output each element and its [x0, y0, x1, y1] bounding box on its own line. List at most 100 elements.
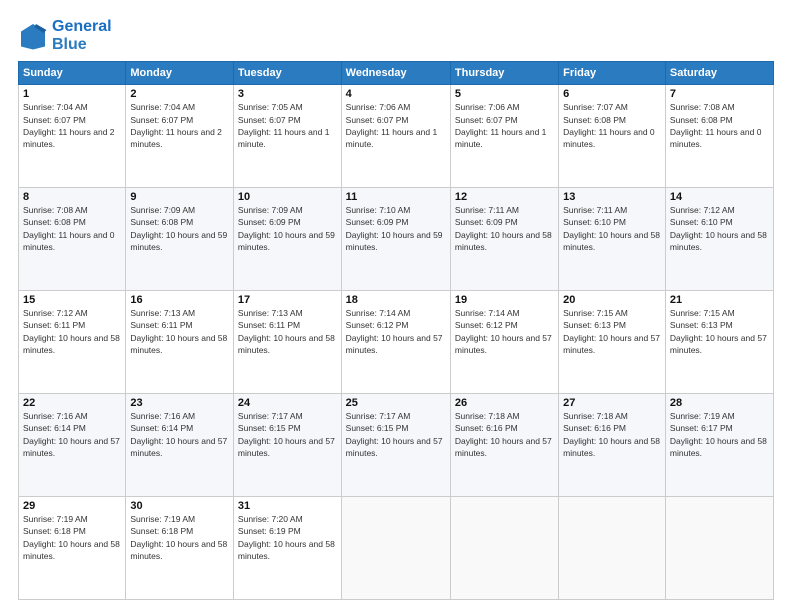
- day-number: 9: [130, 191, 229, 203]
- day-info: Sunrise: 7:11 AM Sunset: 6:09 PM Dayligh…: [455, 204, 554, 253]
- calendar-cell: [665, 497, 773, 600]
- logo-text: General Blue: [52, 18, 112, 53]
- day-info: Sunrise: 7:08 AM Sunset: 6:08 PM Dayligh…: [670, 101, 769, 150]
- day-info: Sunrise: 7:14 AM Sunset: 6:12 PM Dayligh…: [346, 307, 446, 356]
- calendar-cell: 16 Sunrise: 7:13 AM Sunset: 6:11 PM Dayl…: [126, 291, 234, 394]
- day-info: Sunrise: 7:19 AM Sunset: 6:17 PM Dayligh…: [670, 410, 769, 459]
- day-number: 8: [23, 191, 121, 203]
- day-info: Sunrise: 7:19 AM Sunset: 6:18 PM Dayligh…: [130, 513, 229, 562]
- day-info: Sunrise: 7:20 AM Sunset: 6:19 PM Dayligh…: [238, 513, 337, 562]
- calendar-table: Sunday Monday Tuesday Wednesday Thursday…: [18, 61, 774, 600]
- calendar-cell: 6 Sunrise: 7:07 AM Sunset: 6:08 PM Dayli…: [559, 85, 666, 188]
- day-info: Sunrise: 7:16 AM Sunset: 6:14 PM Dayligh…: [23, 410, 121, 459]
- calendar-cell: 8 Sunrise: 7:08 AM Sunset: 6:08 PM Dayli…: [19, 188, 126, 291]
- day-number: 15: [23, 294, 121, 306]
- day-number: 13: [563, 191, 661, 203]
- calendar-week-4: 22 Sunrise: 7:16 AM Sunset: 6:14 PM Dayl…: [19, 394, 774, 497]
- day-info: Sunrise: 7:04 AM Sunset: 6:07 PM Dayligh…: [23, 101, 121, 150]
- day-info: Sunrise: 7:15 AM Sunset: 6:13 PM Dayligh…: [563, 307, 661, 356]
- day-info: Sunrise: 7:07 AM Sunset: 6:08 PM Dayligh…: [563, 101, 661, 150]
- day-info: Sunrise: 7:09 AM Sunset: 6:08 PM Dayligh…: [130, 204, 229, 253]
- col-sunday: Sunday: [19, 62, 126, 85]
- day-info: Sunrise: 7:06 AM Sunset: 6:07 PM Dayligh…: [455, 101, 554, 150]
- logo-icon: [18, 21, 48, 51]
- day-number: 10: [238, 191, 337, 203]
- calendar-body: 1 Sunrise: 7:04 AM Sunset: 6:07 PM Dayli…: [19, 85, 774, 600]
- calendar-cell: 14 Sunrise: 7:12 AM Sunset: 6:10 PM Dayl…: [665, 188, 773, 291]
- calendar-cell: 29 Sunrise: 7:19 AM Sunset: 6:18 PM Dayl…: [19, 497, 126, 600]
- day-number: 24: [238, 397, 337, 409]
- day-number: 23: [130, 397, 229, 409]
- col-saturday: Saturday: [665, 62, 773, 85]
- day-number: 26: [455, 397, 554, 409]
- calendar-cell: 22 Sunrise: 7:16 AM Sunset: 6:14 PM Dayl…: [19, 394, 126, 497]
- day-info: Sunrise: 7:18 AM Sunset: 6:16 PM Dayligh…: [563, 410, 661, 459]
- calendar-cell: 26 Sunrise: 7:18 AM Sunset: 6:16 PM Dayl…: [450, 394, 558, 497]
- calendar-cell: 12 Sunrise: 7:11 AM Sunset: 6:09 PM Dayl…: [450, 188, 558, 291]
- day-number: 1: [23, 88, 121, 100]
- calendar-cell: 20 Sunrise: 7:15 AM Sunset: 6:13 PM Dayl…: [559, 291, 666, 394]
- day-info: Sunrise: 7:18 AM Sunset: 6:16 PM Dayligh…: [455, 410, 554, 459]
- day-number: 28: [670, 397, 769, 409]
- calendar-cell: 28 Sunrise: 7:19 AM Sunset: 6:17 PM Dayl…: [665, 394, 773, 497]
- day-number: 30: [130, 500, 229, 512]
- day-info: Sunrise: 7:17 AM Sunset: 6:15 PM Dayligh…: [238, 410, 337, 459]
- day-number: 20: [563, 294, 661, 306]
- day-number: 21: [670, 294, 769, 306]
- calendar-cell: 25 Sunrise: 7:17 AM Sunset: 6:15 PM Dayl…: [341, 394, 450, 497]
- calendar-cell: 2 Sunrise: 7:04 AM Sunset: 6:07 PM Dayli…: [126, 85, 234, 188]
- col-friday: Friday: [559, 62, 666, 85]
- calendar-header: Sunday Monday Tuesday Wednesday Thursday…: [19, 62, 774, 85]
- calendar-cell: 15 Sunrise: 7:12 AM Sunset: 6:11 PM Dayl…: [19, 291, 126, 394]
- day-info: Sunrise: 7:13 AM Sunset: 6:11 PM Dayligh…: [238, 307, 337, 356]
- day-number: 22: [23, 397, 121, 409]
- calendar-cell: 13 Sunrise: 7:11 AM Sunset: 6:10 PM Dayl…: [559, 188, 666, 291]
- calendar-cell: 11 Sunrise: 7:10 AM Sunset: 6:09 PM Dayl…: [341, 188, 450, 291]
- day-number: 25: [346, 397, 446, 409]
- calendar-cell: 19 Sunrise: 7:14 AM Sunset: 6:12 PM Dayl…: [450, 291, 558, 394]
- calendar-week-5: 29 Sunrise: 7:19 AM Sunset: 6:18 PM Dayl…: [19, 497, 774, 600]
- col-monday: Monday: [126, 62, 234, 85]
- calendar-cell: 27 Sunrise: 7:18 AM Sunset: 6:16 PM Dayl…: [559, 394, 666, 497]
- calendar-cell: [559, 497, 666, 600]
- calendar-cell: 24 Sunrise: 7:17 AM Sunset: 6:15 PM Dayl…: [233, 394, 341, 497]
- day-info: Sunrise: 7:12 AM Sunset: 6:11 PM Dayligh…: [23, 307, 121, 356]
- calendar-cell: 1 Sunrise: 7:04 AM Sunset: 6:07 PM Dayli…: [19, 85, 126, 188]
- calendar-cell: 17 Sunrise: 7:13 AM Sunset: 6:11 PM Dayl…: [233, 291, 341, 394]
- day-info: Sunrise: 7:10 AM Sunset: 6:09 PM Dayligh…: [346, 204, 446, 253]
- calendar-cell: [450, 497, 558, 600]
- col-tuesday: Tuesday: [233, 62, 341, 85]
- day-number: 29: [23, 500, 121, 512]
- calendar-cell: 7 Sunrise: 7:08 AM Sunset: 6:08 PM Dayli…: [665, 85, 773, 188]
- calendar-cell: 21 Sunrise: 7:15 AM Sunset: 6:13 PM Dayl…: [665, 291, 773, 394]
- day-number: 18: [346, 294, 446, 306]
- calendar-cell: 4 Sunrise: 7:06 AM Sunset: 6:07 PM Dayli…: [341, 85, 450, 188]
- day-info: Sunrise: 7:04 AM Sunset: 6:07 PM Dayligh…: [130, 101, 229, 150]
- day-number: 16: [130, 294, 229, 306]
- calendar-cell: [341, 497, 450, 600]
- day-info: Sunrise: 7:09 AM Sunset: 6:09 PM Dayligh…: [238, 204, 337, 253]
- col-thursday: Thursday: [450, 62, 558, 85]
- calendar-cell: 31 Sunrise: 7:20 AM Sunset: 6:19 PM Dayl…: [233, 497, 341, 600]
- day-number: 19: [455, 294, 554, 306]
- calendar-week-3: 15 Sunrise: 7:12 AM Sunset: 6:11 PM Dayl…: [19, 291, 774, 394]
- day-number: 31: [238, 500, 337, 512]
- calendar-cell: 5 Sunrise: 7:06 AM Sunset: 6:07 PM Dayli…: [450, 85, 558, 188]
- calendar-cell: 23 Sunrise: 7:16 AM Sunset: 6:14 PM Dayl…: [126, 394, 234, 497]
- day-number: 3: [238, 88, 337, 100]
- day-info: Sunrise: 7:12 AM Sunset: 6:10 PM Dayligh…: [670, 204, 769, 253]
- calendar-week-2: 8 Sunrise: 7:08 AM Sunset: 6:08 PM Dayli…: [19, 188, 774, 291]
- day-number: 12: [455, 191, 554, 203]
- day-number: 11: [346, 191, 446, 203]
- calendar-cell: 10 Sunrise: 7:09 AM Sunset: 6:09 PM Dayl…: [233, 188, 341, 291]
- day-number: 27: [563, 397, 661, 409]
- day-number: 17: [238, 294, 337, 306]
- day-number: 6: [563, 88, 661, 100]
- day-info: Sunrise: 7:08 AM Sunset: 6:08 PM Dayligh…: [23, 204, 121, 253]
- calendar-cell: 18 Sunrise: 7:14 AM Sunset: 6:12 PM Dayl…: [341, 291, 450, 394]
- page: General Blue Sunday Monday Tuesday Wedne…: [0, 0, 792, 612]
- calendar-cell: 9 Sunrise: 7:09 AM Sunset: 6:08 PM Dayli…: [126, 188, 234, 291]
- day-info: Sunrise: 7:17 AM Sunset: 6:15 PM Dayligh…: [346, 410, 446, 459]
- calendar-cell: 3 Sunrise: 7:05 AM Sunset: 6:07 PM Dayli…: [233, 85, 341, 188]
- day-number: 2: [130, 88, 229, 100]
